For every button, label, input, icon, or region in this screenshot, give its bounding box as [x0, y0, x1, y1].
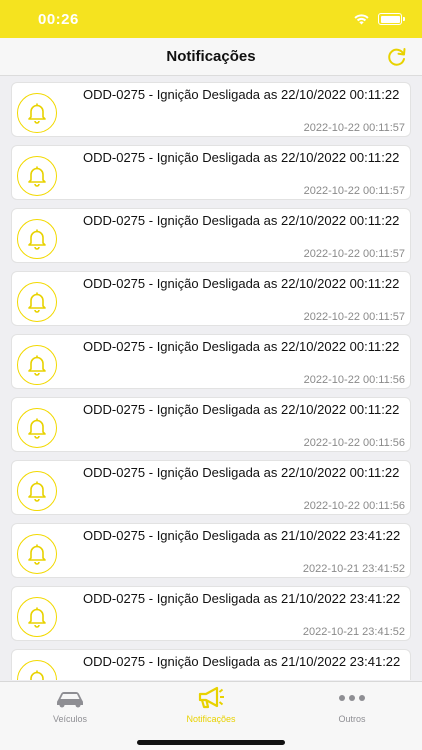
bell-badge — [17, 93, 57, 133]
notification-timestamp: 2022-10-22 00:11:56 — [303, 500, 405, 512]
nav-bar: Notificações — [0, 38, 422, 76]
bell-badge — [17, 660, 57, 680]
notification-message: ODD-0275 - Ignição Desligada as 22/10/20… — [83, 339, 400, 354]
notification-card[interactable]: ODD-0275 - Ignição Desligada as 22/10/20… — [11, 397, 411, 452]
notification-timestamp: 2022-10-22 00:11:57 — [303, 311, 405, 323]
notification-timestamp: 2022-10-21 23:41:52 — [302, 626, 405, 638]
notification-message: ODD-0275 - Ignição Desligada as 21/10/20… — [83, 528, 401, 543]
notification-card[interactable]: ODD-0275 - Ignição Desligada as 22/10/20… — [11, 145, 411, 200]
bell-icon — [28, 418, 46, 439]
notification-card[interactable]: ODD-0275 - Ignição Desligada as 22/10/20… — [11, 271, 411, 326]
notification-list[interactable]: ODD-0275 - Ignição Desligada as 22/10/20… — [0, 76, 422, 680]
notification-card[interactable]: ODD-0275 - Ignição Desligada as 21/10/20… — [11, 523, 411, 578]
notification-timestamp: 2022-10-22 00:11:57 — [303, 185, 405, 197]
notification-message: ODD-0275 - Ignição Desligada as 22/10/20… — [83, 213, 400, 228]
bell-badge — [17, 534, 57, 574]
bell-icon — [28, 103, 46, 124]
notification-card[interactable]: ODD-0275 - Ignição Desligada as 22/10/20… — [11, 82, 411, 137]
page-title: Notificações — [166, 48, 256, 65]
notification-timestamp: 2022-10-22 00:11:56 — [303, 437, 405, 449]
tab-label: Outros — [338, 714, 366, 724]
wifi-icon — [354, 14, 369, 25]
bell-badge — [17, 156, 57, 196]
status-icons — [353, 13, 405, 25]
notification-timestamp: 2022-10-22 00:11:57 — [303, 122, 405, 134]
notification-card[interactable]: ODD-0275 - Ignição Desligada as 22/10/20… — [11, 460, 411, 515]
bell-icon — [28, 229, 46, 250]
notification-timestamp: 2022-10-21 23:41:52 — [302, 563, 405, 575]
notification-message: ODD-0275 - Ignição Desligada as 22/10/20… — [83, 465, 400, 480]
notification-message: ODD-0275 - Ignição Desligada as 21/10/20… — [83, 654, 401, 669]
battery-icon — [378, 13, 405, 25]
notification-card[interactable]: ODD-0275 - Ignição Desligada as 21/10/20… — [11, 586, 411, 641]
megaphone-icon — [198, 686, 224, 709]
bell-icon — [30, 670, 44, 680]
refresh-icon — [388, 48, 406, 66]
notification-card[interactable]: ODD-0275 - Ignição Desligada as 22/10/20… — [11, 208, 411, 263]
notification-message: ODD-0275 - Ignição Desligada as 22/10/20… — [83, 402, 400, 417]
status-bar: 00:26 — [0, 0, 422, 38]
bell-badge — [17, 219, 57, 259]
tab-notificacoes[interactable]: Notificações — [141, 686, 281, 726]
notification-timestamp: 2022-10-22 00:11:57 — [303, 248, 405, 260]
notification-message: ODD-0275 - Ignição Desligada as 22/10/20… — [83, 87, 400, 102]
bell-icon — [28, 607, 46, 628]
notification-message: ODD-0275 - Ignição Desligada as 22/10/20… — [83, 150, 400, 165]
notification-timestamp: 2022-10-22 00:11:56 — [303, 374, 405, 386]
notification-message: ODD-0275 - Ignição Desligada as 22/10/20… — [83, 276, 400, 291]
tab-label: Veículos — [52, 714, 88, 724]
bell-icon — [28, 544, 46, 565]
car-icon — [57, 692, 83, 708]
bell-badge — [17, 345, 57, 385]
bell-badge — [17, 597, 57, 637]
status-time: 00:26 — [38, 10, 79, 28]
bell-badge — [17, 282, 57, 322]
bell-icon — [28, 166, 46, 187]
tab-veiculos[interactable]: Veículos — [0, 686, 140, 726]
more-icon — [339, 695, 365, 701]
bell-icon — [28, 355, 46, 376]
notification-card[interactable]: ODD-0275 - Ignição Desligada as 21/10/20… — [11, 649, 411, 680]
bell-badge — [17, 408, 57, 448]
bell-icon — [28, 292, 46, 313]
tab-outros[interactable]: Outros — [282, 686, 422, 726]
refresh-button[interactable] — [384, 44, 410, 70]
notification-card[interactable]: ODD-0275 - Ignição Desligada as 22/10/20… — [11, 334, 411, 389]
notification-message: ODD-0275 - Ignição Desligada as 21/10/20… — [83, 591, 401, 606]
bell-icon — [28, 481, 46, 502]
bell-badge — [17, 471, 57, 511]
tab-label: Notificações — [186, 714, 236, 724]
home-indicator — [137, 740, 285, 745]
